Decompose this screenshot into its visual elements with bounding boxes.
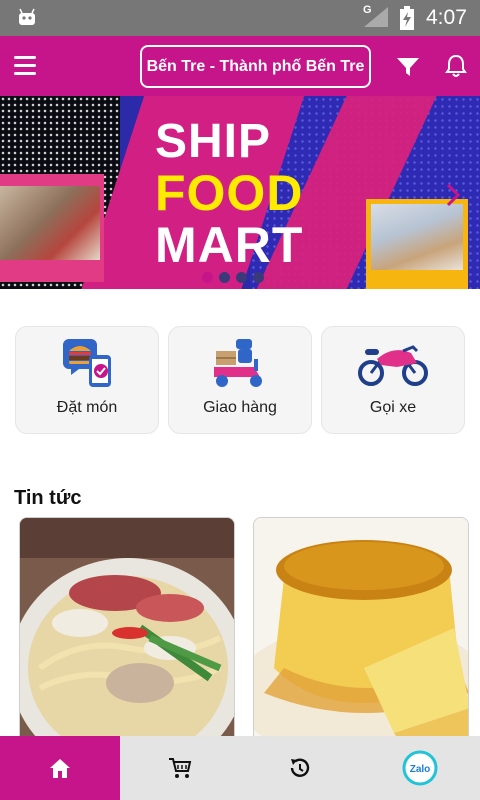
nav-cart[interactable] — [120, 736, 240, 800]
zalo-label: Zalo — [410, 764, 431, 775]
banner-delivery-photo — [366, 199, 468, 289]
signal-icon — [364, 7, 388, 27]
app-screen: G 4:07 Bến Tre - Thành phố Bến Tre SHIP … — [0, 0, 480, 800]
service-label: Giao hàng — [203, 399, 277, 416]
bottom-navigation: Zalo — [0, 736, 480, 800]
app-bar: Bến Tre - Thành phố Bến Tre — [0, 36, 480, 96]
promo-banner[interactable]: SHIP FOOD MART — [0, 96, 480, 289]
banner-shopping-photo — [0, 174, 104, 282]
hamburger-menu-icon[interactable] — [14, 56, 36, 76]
cart-icon — [169, 758, 192, 778]
filter-icon[interactable] — [396, 56, 420, 78]
nav-home[interactable] — [0, 736, 120, 800]
pager-dot[interactable] — [202, 272, 213, 283]
service-tiles: Đặt món Giao hàng Gọi xe — [15, 326, 467, 434]
service-ride[interactable]: Gọi xe — [321, 326, 465, 434]
delivery-scooter-icon — [214, 339, 262, 387]
flan-pudding-photo — [254, 518, 468, 746]
motorbike-icon — [358, 345, 428, 386]
status-bar: G 4:07 — [0, 0, 480, 36]
news-card[interactable] — [253, 517, 469, 747]
nav-zalo[interactable]: Zalo — [360, 736, 480, 800]
history-icon — [290, 758, 310, 777]
bell-icon[interactable] — [444, 53, 468, 79]
battery-charging-icon — [400, 6, 414, 30]
service-food-order[interactable]: Đặt món — [15, 326, 159, 434]
noodle-soup-photo — [20, 518, 234, 746]
service-delivery[interactable]: Giao hàng — [168, 326, 312, 434]
android-notification-icon — [19, 8, 35, 25]
chevron-right-icon[interactable] — [446, 183, 460, 207]
news-card[interactable] — [19, 517, 235, 747]
zalo-icon: Zalo — [402, 750, 438, 786]
banner-line-food: FOOD — [155, 165, 304, 221]
banner-pager — [202, 272, 264, 283]
news-section-title: Tin tức — [14, 487, 82, 509]
pager-dot[interactable] — [236, 272, 247, 283]
service-label: Đặt món — [56, 399, 118, 416]
home-icon — [50, 759, 70, 778]
banner-line-ship: SHIP — [155, 115, 272, 168]
service-label: Gọi xe — [369, 399, 417, 416]
banner-headline: SHIP FOOD MART — [155, 115, 304, 273]
pager-dot[interactable] — [253, 272, 264, 283]
banner-line-mart: MART — [155, 217, 304, 273]
pager-dot[interactable] — [219, 272, 230, 283]
food-order-icon — [63, 339, 111, 387]
location-selector-button[interactable]: Bến Tre - Thành phố Bến Tre — [140, 45, 371, 88]
clock: 4:07 — [426, 6, 467, 29]
nav-history[interactable] — [240, 736, 360, 800]
